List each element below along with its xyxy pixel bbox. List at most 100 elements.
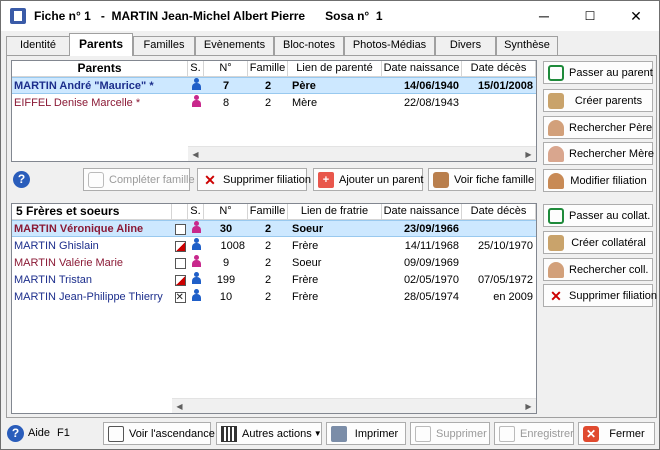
sibling-lien: Frère bbox=[292, 291, 319, 303]
delete-icon bbox=[415, 425, 431, 442]
col-lien[interactable]: Lien de parenté bbox=[288, 61, 382, 77]
col-naissance[interactable]: Date naissance bbox=[382, 61, 462, 77]
sibling-name: MARTIN Jean-Philippe Thierry bbox=[14, 291, 163, 303]
col-check[interactable] bbox=[172, 204, 188, 220]
checkbox[interactable] bbox=[172, 221, 188, 238]
aide-label[interactable]: Aide bbox=[28, 427, 50, 439]
sibling-lien: Frère bbox=[292, 240, 319, 252]
sibling-deces: 25/10/1970 bbox=[477, 240, 533, 252]
parents-panel: Parents S. N° Famille Lien de parenté Da… bbox=[6, 55, 657, 418]
ajouter-parent-button[interactable]: + Ajouter un parent bbox=[313, 168, 423, 191]
tab-bloc-notes[interactable]: Bloc-notes bbox=[274, 36, 344, 55]
sibling-deces: en 2009 bbox=[493, 291, 533, 303]
parent-deces: 15/01/2008 bbox=[477, 80, 533, 92]
maximize-button[interactable]: ☐ bbox=[567, 1, 613, 31]
tab-evenements[interactable]: Evènements bbox=[195, 36, 274, 55]
col-sex[interactable]: S. bbox=[188, 61, 204, 77]
parent-name: EIFFEL Denise Marcelle * bbox=[14, 97, 141, 109]
person-edit-icon bbox=[548, 172, 564, 189]
checkbox[interactable] bbox=[172, 272, 188, 289]
col-deces[interactable]: Date décès bbox=[462, 204, 536, 220]
refresh-icon bbox=[548, 64, 564, 81]
col-famille[interactable]: Famille bbox=[248, 61, 288, 77]
col-naissance[interactable]: Date naissance bbox=[382, 204, 462, 220]
rechercher-coll-button[interactable]: Rechercher coll. bbox=[543, 258, 653, 281]
checkbox[interactable] bbox=[172, 255, 188, 272]
creer-parents-button[interactable]: Créer parents bbox=[543, 89, 653, 112]
supprimer-button[interactable]: Supprimer bbox=[410, 422, 490, 445]
sibling-num: 9 bbox=[222, 257, 230, 269]
checkbox[interactable] bbox=[172, 289, 188, 306]
voir-ascendance-button[interactable]: Voir l'ascendance bbox=[103, 422, 215, 445]
table-row[interactable]: MARTIN Ghislain 1008 2 Frère 14/11/1968 … bbox=[12, 238, 536, 255]
autres-actions-button[interactable]: Autres actions ▼ bbox=[216, 422, 322, 445]
app-icon bbox=[10, 8, 26, 24]
sibling-famille: 2 bbox=[264, 274, 272, 286]
col-deces[interactable]: Date décès bbox=[462, 61, 536, 77]
checkbox[interactable] bbox=[172, 238, 188, 255]
imprimer-button[interactable]: Imprimer bbox=[326, 422, 406, 445]
col-parents[interactable]: Parents bbox=[12, 61, 188, 77]
supprimer-filiation-coll-button[interactable]: ✕ Supprimer filiation bbox=[543, 284, 657, 307]
col-famille[interactable]: Famille bbox=[248, 204, 288, 220]
sibling-famille: 2 bbox=[264, 240, 272, 252]
tab-familles[interactable]: Familles bbox=[133, 36, 195, 55]
col-num[interactable]: N° bbox=[204, 204, 248, 220]
parent-lien: Père bbox=[292, 80, 316, 92]
col-freres-soeurs[interactable]: 5 Frères et soeurs bbox=[12, 204, 172, 220]
printer-icon bbox=[331, 425, 347, 442]
parents-grid: Parents S. N° Famille Lien de parenté Da… bbox=[11, 60, 537, 162]
creer-collateral-button[interactable]: Créer collatéral bbox=[543, 231, 653, 254]
tab-parents[interactable]: Parents bbox=[69, 33, 133, 56]
scroll-right-icon[interactable]: ▶ bbox=[521, 399, 536, 413]
fermer-button[interactable]: ✕ Fermer bbox=[578, 422, 655, 445]
table-row[interactable]: EIFFEL Denise Marcelle * 8 2 Mère 22/08/… bbox=[12, 95, 536, 112]
tab-synthese[interactable]: Synthèse bbox=[496, 36, 558, 55]
modifier-filiation-button[interactable]: Modifier filiation bbox=[543, 169, 653, 192]
sibling-lien: Soeur bbox=[292, 223, 324, 235]
table-row[interactable]: MARTIN André "Maurice" * 7 2 Père 14/06/… bbox=[12, 77, 536, 94]
col-sex[interactable]: S. bbox=[188, 204, 204, 220]
tab-divers[interactable]: Divers bbox=[435, 36, 496, 55]
voir-fiche-famille-button[interactable]: Voir fiche famille bbox=[428, 168, 536, 191]
scroll-left-icon[interactable]: ◀ bbox=[188, 147, 203, 161]
enregistrer-button[interactable]: Enregistrer bbox=[494, 422, 574, 445]
help-icon[interactable]: ? bbox=[7, 425, 24, 442]
parents-hscrollbar[interactable]: ◀ ▶ bbox=[188, 146, 536, 161]
supprimer-filiation-button[interactable]: ✕ Supprimer filiation bbox=[197, 168, 311, 191]
parent-num: 8 bbox=[222, 97, 230, 109]
passer-au-collat-button[interactable]: Passer au collat. bbox=[543, 204, 653, 227]
completer-famille-button[interactable]: Compléter famille bbox=[83, 168, 195, 191]
passer-au-parent-button[interactable]: Passer au parent bbox=[543, 61, 653, 84]
col-lien-fratrie[interactable]: Lien de fratrie bbox=[288, 204, 382, 220]
table-row[interactable]: MARTIN Véronique Aline 30 2 Soeur 23/09/… bbox=[12, 220, 536, 237]
siblings-grid: 5 Frères et soeurs S. N° Famille Lien de… bbox=[11, 203, 537, 414]
rechercher-pere-button[interactable]: Rechercher Père bbox=[543, 116, 653, 139]
help-icon[interactable]: ? bbox=[13, 171, 30, 188]
delete-link-icon: ✕ bbox=[204, 171, 216, 188]
delete-link-icon: ✕ bbox=[550, 287, 562, 304]
minimize-button[interactable]: ─ bbox=[521, 1, 567, 31]
rechercher-mere-button[interactable]: Rechercher Mère bbox=[543, 142, 654, 165]
parent-lien: Mère bbox=[292, 97, 318, 109]
siblings-hscrollbar[interactable]: ◀ ▶ bbox=[172, 398, 536, 413]
family-icon bbox=[88, 171, 104, 188]
scroll-left-icon[interactable]: ◀ bbox=[172, 399, 187, 413]
parent-naissance: 14/06/1940 bbox=[403, 80, 459, 92]
table-row[interactable]: MARTIN Valérie Marie 9 2 Soeur 09/09/196… bbox=[12, 255, 536, 272]
male-icon bbox=[188, 238, 204, 255]
table-row[interactable]: MARTIN Jean-Philippe Thierry 10 2 Frère … bbox=[12, 289, 536, 306]
table-row[interactable]: MARTIN Tristan 199 2 Frère 02/05/1970 07… bbox=[12, 272, 536, 289]
col-num[interactable]: N° bbox=[204, 61, 248, 77]
sibling-naissance: 02/05/1970 bbox=[403, 274, 459, 286]
man-icon bbox=[548, 119, 564, 136]
parent-famille: 2 bbox=[264, 80, 272, 92]
tab-identite[interactable]: Identité bbox=[6, 36, 70, 55]
sibling-name: MARTIN Tristan bbox=[14, 274, 93, 286]
tab-photos-medias[interactable]: Photos-Médias bbox=[344, 36, 435, 55]
couple-icon bbox=[548, 92, 564, 109]
close-button[interactable]: ✕ bbox=[613, 1, 659, 31]
sibling-naissance: 28/05/1974 bbox=[403, 291, 459, 303]
scroll-right-icon[interactable]: ▶ bbox=[521, 147, 536, 161]
sibling-lien: Frère bbox=[292, 274, 319, 286]
